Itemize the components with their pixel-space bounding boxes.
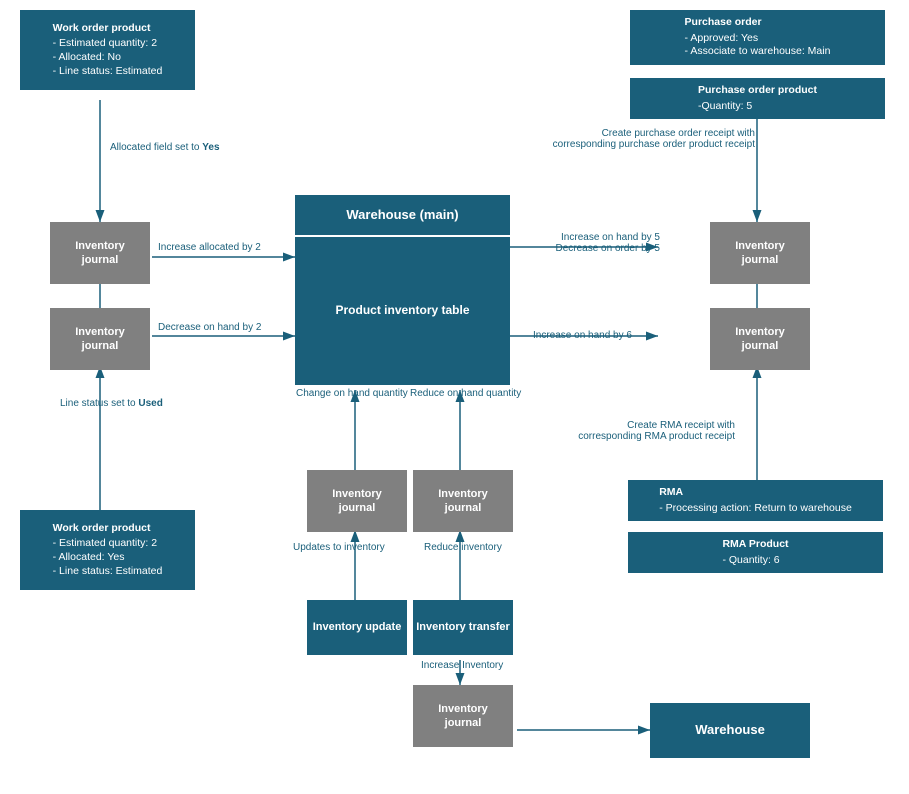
work-order-top-box: Work order product - Estimated quantity:… [20,10,195,90]
inv-journal-4-line1: Inventory [735,325,785,339]
work-order-bottom-line1: - Estimated quantity: 2 [53,537,163,551]
work-order-top-line3: - Line status: Estimated [53,65,163,79]
work-order-bottom-title: Work order product [53,522,163,536]
inv-journal-1-line1: Inventory [75,239,125,253]
work-order-bottom-line3: - Line status: Estimated [53,565,163,579]
rma-product-box: RMA Product - Quantity: 6 [628,532,883,573]
inv-journal-4-line2: journal [735,339,785,353]
label-decrease-on-hand: Decrease on hand by 2 [158,322,261,333]
label-change-on-hand: Change on hand quantity [296,388,408,399]
label-increase-allocated: Increase allocated by 2 [158,242,261,253]
label-reduce-on-hand: Reduce on hand quantity [410,388,521,399]
work-order-top-line1: - Estimated quantity: 2 [53,37,163,51]
work-order-bottom-line2: - Allocated: Yes [53,551,163,565]
rma-box: RMA - Processing action: Return to wareh… [628,480,883,521]
label-reduce-inventory: Reduce inventory [424,542,502,553]
rma-title: RMA [659,486,852,500]
purchase-order-product-line1: -Quantity: 5 [698,100,817,114]
label-increase-on-hand-6: Increase on hand by 6 [533,330,632,341]
warehouse-main-title: Warehouse (main) [346,207,458,224]
inventory-transfer-box: Inventory transfer [413,600,513,655]
inv-journal-5-line2: journal [332,501,382,515]
purchase-order-product-box: Purchase order product -Quantity: 5 [630,78,885,119]
diagram-container: Work order product - Estimated quantity:… [0,0,909,794]
label-allocated-yes: Allocated field set to Yes [110,142,220,153]
inv-journal-1-line2: journal [75,253,125,267]
work-order-bottom-box: Work order product - Estimated quantity:… [20,510,195,590]
inv-journal-7-line2: journal [438,716,488,730]
inv-journal-5: Inventory journal [307,470,407,532]
warehouse-bottom-box: Warehouse [650,703,810,758]
label-updates-to-inventory: Updates to inventory [293,542,385,553]
inv-journal-2: Inventory journal [50,308,150,370]
inv-journal-6-line1: Inventory [438,487,488,501]
purchase-order-line2: - Associate to warehouse: Main [685,45,831,59]
warehouse-main-label: Warehouse (main) [295,195,510,235]
label-create-purchase-receipt: Create purchase order receipt withcorres… [515,128,755,150]
inv-journal-6: Inventory journal [413,470,513,532]
label-line-status-used: Line status set to Used [60,398,163,409]
purchase-order-product-title: Purchase order product [698,84,817,98]
inventory-update-box: Inventory update [307,600,407,655]
purchase-order-title: Purchase order [685,16,831,30]
inv-journal-2-line2: journal [75,339,125,353]
label-create-rma-receipt: Create RMA receipt withcorresponding RMA… [535,420,735,442]
label-increase-inventory: Increase Inventory [421,660,503,671]
work-order-top-line2: - Allocated: No [53,51,163,65]
rma-product-title: RMA Product [722,538,788,552]
purchase-order-box: Purchase order - Approved: Yes - Associa… [630,10,885,65]
label-increase-on-hand-5: Increase on hand by 5Decrease on order b… [515,232,660,254]
inv-journal-3: Inventory journal [710,222,810,284]
purchase-order-line1: - Approved: Yes [685,32,831,46]
rma-product-line1: - Quantity: 6 [722,554,788,568]
inv-journal-7: Inventory journal [413,685,513,747]
inv-journal-7-line1: Inventory [438,702,488,716]
inv-journal-6-line2: journal [438,501,488,515]
inv-journal-5-line1: Inventory [332,487,382,501]
inv-journal-3-line1: Inventory [735,239,785,253]
inventory-update-label: Inventory update [313,620,402,634]
inv-journal-1: Inventory journal [50,222,150,284]
warehouse-bottom-label: Warehouse [695,722,765,739]
product-inventory-label: Product inventory table [335,303,469,319]
inventory-transfer-label: Inventory transfer [416,620,510,634]
inv-journal-3-line2: journal [735,253,785,267]
work-order-top-title: Work order product [53,22,163,36]
inv-journal-2-line1: Inventory [75,325,125,339]
rma-line1: - Processing action: Return to warehouse [659,502,852,516]
inv-journal-4: Inventory journal [710,308,810,370]
product-inventory-box: Product inventory table [295,235,510,385]
